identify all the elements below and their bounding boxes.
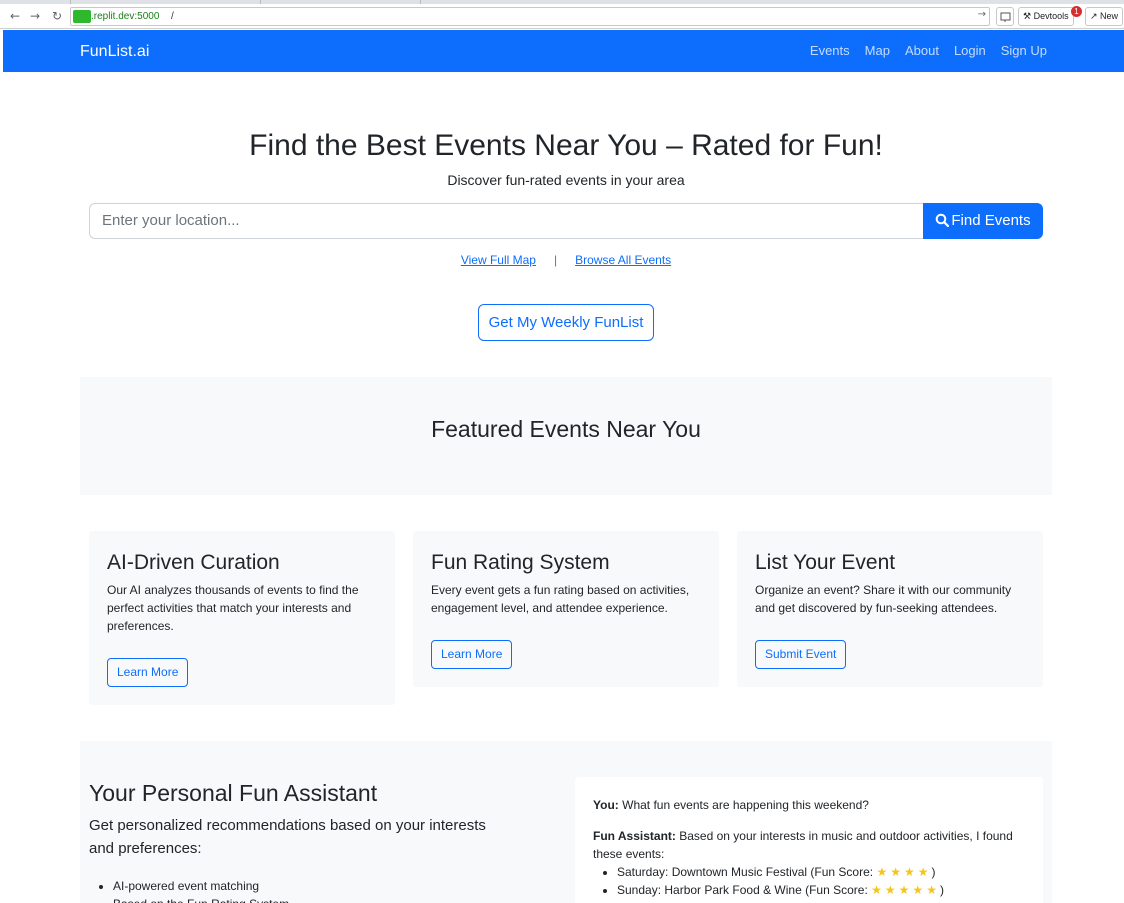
devtools-button[interactable]: ⚒ Devtools xyxy=(1018,7,1074,26)
card-title: AI-Driven Curation xyxy=(107,551,280,574)
external-link-icon: ↗ xyxy=(1090,11,1101,21)
star-icon: ★ xyxy=(884,883,896,897)
submit-event-button[interactable]: Submit Event xyxy=(755,640,847,669)
weekly-funlist-button[interactable]: Get My Weekly FunList xyxy=(478,304,654,341)
address-bar[interactable]: .replit.dev:5000 / → xyxy=(70,7,990,26)
forward-arrow-icon[interactable]: → xyxy=(27,8,43,24)
card-title: Fun Rating System xyxy=(431,551,610,574)
view-full-map-link[interactable]: View Full Map xyxy=(461,253,536,267)
assistant-lead: Get personalized recommendations based o… xyxy=(89,817,486,857)
browse-all-events-link[interactable]: Browse All Events xyxy=(575,253,671,267)
event-text: Saturday: Downtown Music Festival (Fun S… xyxy=(617,865,874,879)
nav-link-events[interactable]: Events xyxy=(810,43,850,59)
learn-more-button[interactable]: Learn More xyxy=(107,658,189,687)
star-icon: ★ xyxy=(903,865,915,879)
url-path: / xyxy=(171,11,174,22)
nav-links: Events Map About Login Sign Up xyxy=(810,43,1047,59)
chat-preview: You: What fun events are happening this … xyxy=(575,777,1043,903)
nav-link-map[interactable]: Map xyxy=(865,43,890,59)
nav-link-signup[interactable]: Sign Up xyxy=(1001,43,1047,59)
feature-card-fun-rating: Fun Rating System Every event gets a fun… xyxy=(413,531,719,687)
assistant-bullets: AI-powered event matching Based on the F… xyxy=(113,877,289,903)
new-tab-button[interactable]: ↗ New xyxy=(1085,7,1124,26)
search-icon xyxy=(935,203,950,239)
user-label: You: xyxy=(593,798,619,812)
feature-card-ai-curation: AI-Driven Curation Our AI analyzes thous… xyxy=(89,531,395,705)
devtools-label: Devtools xyxy=(1033,11,1069,21)
nav-link-login[interactable]: Login xyxy=(954,43,986,59)
url-host: .replit.dev:5000 xyxy=(91,11,160,22)
list-item: Saturday: Downtown Music Festival (Fun S… xyxy=(617,863,944,881)
hero-links: View Full Map | Browse All Events xyxy=(0,253,1124,268)
location-input[interactable]: Enter your location... xyxy=(89,203,924,239)
featured-section: Featured Events Near You xyxy=(80,377,1052,495)
feature-card-list-event: List Your Event Organize an event? Share… xyxy=(737,531,1043,687)
site-info-icon[interactable] xyxy=(73,10,91,23)
list-item: Based on the Fun Rating System xyxy=(113,895,289,903)
list-item: AI-powered event matching xyxy=(113,877,289,895)
card-text: Organize an event? Share it with our com… xyxy=(755,583,1012,615)
chat-bot-message: Fun Assistant: Based on your interests i… xyxy=(593,827,1023,863)
user-text: What fun events are happening this weeke… xyxy=(622,798,869,812)
browser-toolbar: ← → ↻ .replit.dev:5000 / → ⚒ Devtools 1 … xyxy=(0,4,1124,29)
reload-icon[interactable]: ↻ xyxy=(49,8,65,24)
brand-logo[interactable]: FunList.ai xyxy=(80,42,149,62)
hero-subtitle: Discover fun-rated events in your area xyxy=(447,172,685,188)
assistant-section: Your Personal Fun Assistant Get personal… xyxy=(80,741,1052,903)
hero-title: Find the Best Events Near You – Rated fo… xyxy=(249,129,883,162)
go-arrow-icon[interactable]: → xyxy=(978,9,986,20)
wrench-icon: ⚒ xyxy=(1023,11,1034,21)
back-arrow-icon[interactable]: ← xyxy=(7,8,23,24)
star-rating: ★ ★ ★ ★ ★ xyxy=(871,883,940,897)
notification-badge: 1 xyxy=(1071,6,1082,17)
star-icon: ★ xyxy=(912,883,924,897)
link-separator: | xyxy=(553,253,558,267)
card-text: Our AI analyzes thousands of events to f… xyxy=(107,583,359,633)
star-icon: ★ xyxy=(917,865,929,879)
event-text: Sunday: Harbor Park Food & Wine (Fun Sco… xyxy=(617,883,868,897)
assistant-title: Your Personal Fun Assistant xyxy=(89,780,378,806)
site-navbar: FunList.ai Events Map About Login Sign U… xyxy=(3,30,1124,72)
chat-user-message: You: What fun events are happening this … xyxy=(593,797,869,813)
star-icon: ★ xyxy=(898,883,910,897)
star-icon: ★ xyxy=(876,865,888,879)
bot-label: Fun Assistant: xyxy=(593,829,676,843)
find-events-button[interactable]: Find Events xyxy=(923,203,1043,239)
star-icon: ★ xyxy=(871,883,882,897)
star-icon: ★ xyxy=(926,883,937,897)
card-text: Every event gets a fun rating based on a… xyxy=(431,583,690,615)
chat-event-list: Saturday: Downtown Music Festival (Fun S… xyxy=(617,863,944,899)
star-rating: ★ ★ ★ ★ xyxy=(876,865,931,879)
new-label: New xyxy=(1100,11,1119,21)
find-events-label: Find Events xyxy=(951,212,1031,229)
star-icon: ★ xyxy=(890,865,901,879)
screen-icon[interactable] xyxy=(996,7,1014,26)
nav-link-about[interactable]: About xyxy=(905,43,939,59)
list-item: Sunday: Harbor Park Food & Wine (Fun Sco… xyxy=(617,881,944,899)
learn-more-button[interactable]: Learn More xyxy=(431,640,513,669)
card-title: List Your Event xyxy=(755,551,896,574)
featured-title: Featured Events Near You xyxy=(431,416,701,442)
